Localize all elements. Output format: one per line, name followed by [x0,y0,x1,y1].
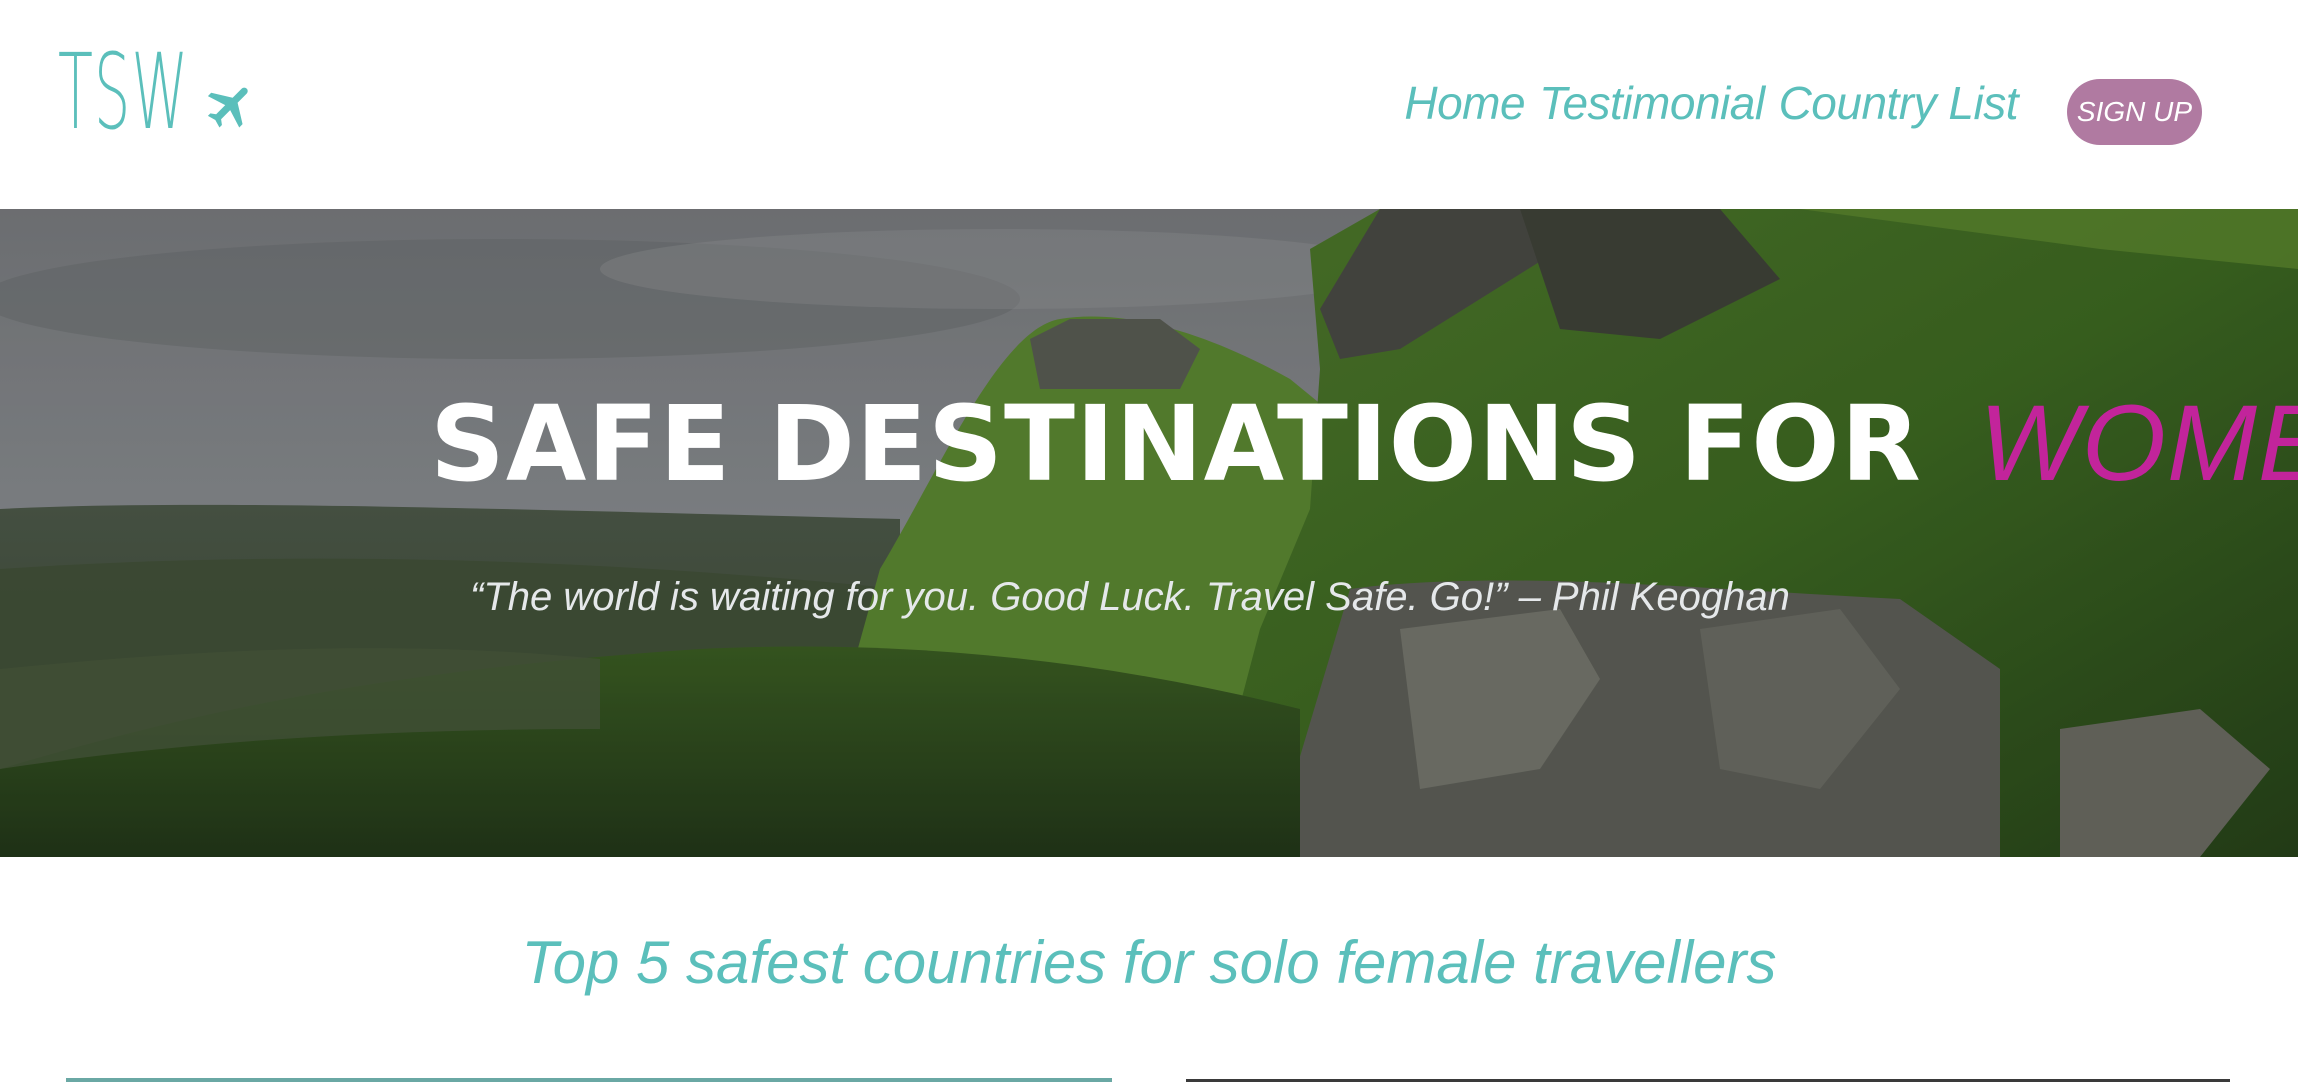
nav-link-home[interactable]: Home [1404,76,1525,130]
hero-landscape-image [0,209,2298,857]
hero-title-main: SAFE DESTINATIONS FOR [430,383,1922,505]
hero-title-accent: WOMEN [1979,382,2298,503]
main-nav: Home Testimonial Country List [1404,76,2018,130]
sign-up-button[interactable]: SIGN UP [2067,79,2202,145]
site-header: TSW Home Testimonial Country List SIGN U… [0,0,2298,209]
country-card-image-edge [66,1078,1112,1082]
hero-title: SAFE DESTINATIONS FOR WOMEN [430,389,2298,497]
section-title: Top 5 safest countries for solo female t… [521,929,1777,996]
hero-banner: SAFE DESTINATIONS FOR WOMEN “The world i… [0,209,2298,857]
brand-logo[interactable]: TSW [58,40,259,144]
nav-link-testimonial[interactable]: Testimonial [1539,76,1765,130]
nav-link-country-list[interactable]: Country List [1779,76,2019,130]
logo-text: TSW [58,31,190,153]
page: TSW Home Testimonial Country List SIGN U… [0,0,2298,1082]
hero-quote: “The world is waiting for you. Good Luck… [470,575,1790,619]
airplane-icon [207,87,248,128]
